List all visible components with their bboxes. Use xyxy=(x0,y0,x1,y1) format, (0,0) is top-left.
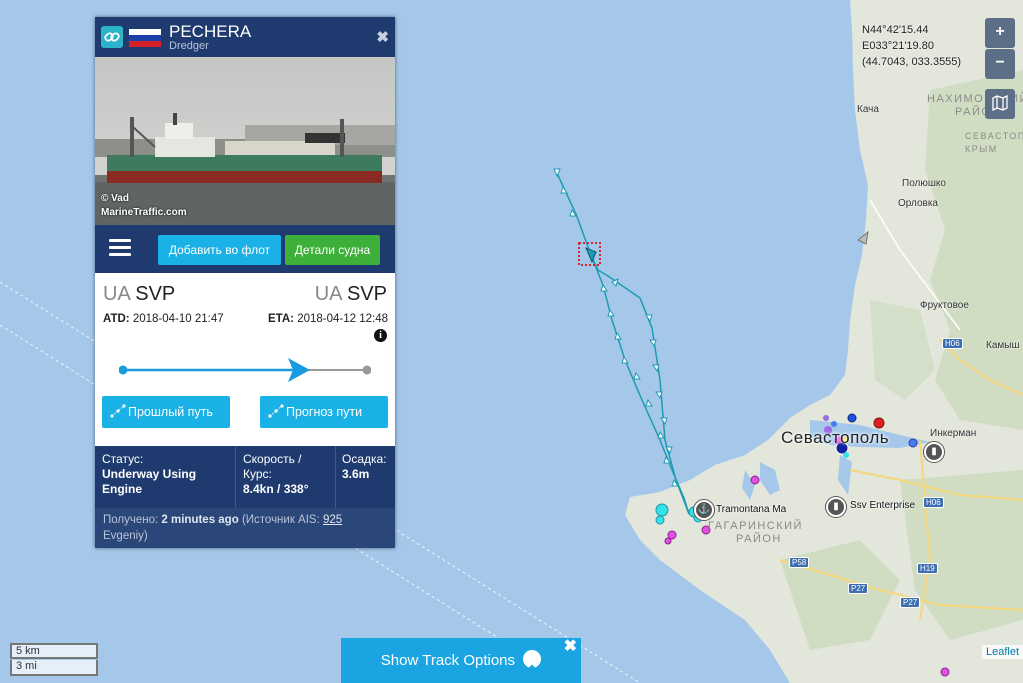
coord-decimal: (44.7043, 033.3555) xyxy=(862,56,962,68)
atd-time: ATD: 2018-04-10 21:47 xyxy=(103,313,224,325)
road-badge: H06 xyxy=(923,497,944,508)
add-to-fleet-button[interactable]: Добавить во флот xyxy=(158,235,281,265)
photo-credit: © Vad MarineTraffic.com xyxy=(101,193,187,218)
road-badge: P58 xyxy=(789,557,810,568)
label-kacha: Кача xyxy=(857,104,879,115)
zoom-in-button[interactable]: + xyxy=(985,18,1015,48)
status-field: Статус: Underway Using Engine xyxy=(102,452,197,496)
label-sevastopol: Севастополь xyxy=(781,428,890,447)
vessel-panel: PECHERA Dredger ✖ © Vad MarineTraffic.co… xyxy=(95,17,395,548)
close-icon[interactable]: ✖ xyxy=(564,638,577,656)
label-kamysh: Камыш xyxy=(986,340,1020,351)
vessel-actions-bar: Добавить во флот Детали судна xyxy=(95,225,395,273)
coord-lat: N44°42'15.44 xyxy=(862,24,929,36)
voyage-progress xyxy=(119,358,371,382)
road-badge: H06 xyxy=(942,338,963,349)
road-badge: P27 xyxy=(900,597,921,608)
map-layers-button[interactable] xyxy=(985,89,1015,119)
info-icon[interactable]: i xyxy=(374,329,387,342)
label-gagarinsky: ГАГАРИНСКИЙ РАЙОН xyxy=(708,520,803,545)
menu-icon[interactable] xyxy=(109,239,131,257)
russia-flag-icon xyxy=(129,29,161,47)
label-polyushko: Полюшко xyxy=(902,178,946,189)
arrival-port[interactable]: UA SVP xyxy=(315,283,387,306)
vessel-name: PECHERA xyxy=(169,22,252,41)
link-icon[interactable] xyxy=(101,26,123,48)
route-icon xyxy=(268,404,284,418)
departure-port[interactable]: UA SVP xyxy=(103,283,175,306)
road-badge: H19 xyxy=(917,563,938,574)
label-inkerman: Инкерман xyxy=(930,428,977,439)
close-icon[interactable]: ✖ xyxy=(376,28,389,46)
attribution-link[interactable]: Leaflet xyxy=(981,645,1023,659)
ais-source-link[interactable]: 925 xyxy=(323,514,342,526)
scale-mi: 3 mi xyxy=(10,660,98,676)
harbor-icon[interactable]: ⚓ xyxy=(694,500,714,520)
route-icon xyxy=(110,404,126,418)
building-icon[interactable]: ▮ xyxy=(826,497,846,517)
zoom-out-button[interactable]: − xyxy=(985,49,1015,79)
label-fruktovoe: Фруктовое xyxy=(920,300,969,311)
past-track-button[interactable]: Прошлый путь xyxy=(102,396,230,428)
coordinate-readout: N44°42'15.44 E033°21'19.80 (44.7043, 033… xyxy=(862,22,961,70)
received-info: Получено: 2 minutes ago (Источник AIS: 9… xyxy=(95,508,395,548)
track-options-label: Show Track Options xyxy=(380,652,516,669)
speed-course-field: Скорость / Курс: 8.4kn / 338° xyxy=(243,452,309,496)
show-track-options-button[interactable]: Show Track Options ✖ xyxy=(341,638,581,683)
map-icon xyxy=(992,94,1008,112)
coord-lon: E033°21'19.80 xyxy=(862,40,934,52)
label-ssv-enterprise: Ssv Enterprise xyxy=(850,500,916,511)
draught-field: Осадка: 3.6m xyxy=(342,452,387,481)
vessel-type: Dredger xyxy=(169,40,209,52)
chevron-up-icon xyxy=(523,650,542,671)
label-sevastopol-region: СЕВАСТОПО КРЫМ xyxy=(965,131,1023,154)
forecast-track-button[interactable]: Прогноз пути xyxy=(260,396,388,428)
building-icon[interactable]: ▮ xyxy=(924,442,944,462)
road-badge: P27 xyxy=(848,583,869,594)
label-tramontana: Tramontana Ma xyxy=(716,504,787,515)
voyage-section: UA SVP UA SVP ATD: 2018-04-10 21:47 ETA:… xyxy=(95,273,395,446)
vessel-header: PECHERA Dredger ✖ xyxy=(95,17,395,57)
vessel-stats: Статус: Underway Using Engine Скорость /… xyxy=(95,446,395,508)
label-orlovka: Орловка xyxy=(898,198,938,209)
vessel-details-button[interactable]: Детали судна xyxy=(285,235,380,265)
eta-time: ETA: 2018-04-12 12:48 xyxy=(268,313,388,325)
scale-km: 5 km xyxy=(10,643,98,659)
vessel-photo[interactable]: © Vad MarineTraffic.com xyxy=(95,57,395,225)
